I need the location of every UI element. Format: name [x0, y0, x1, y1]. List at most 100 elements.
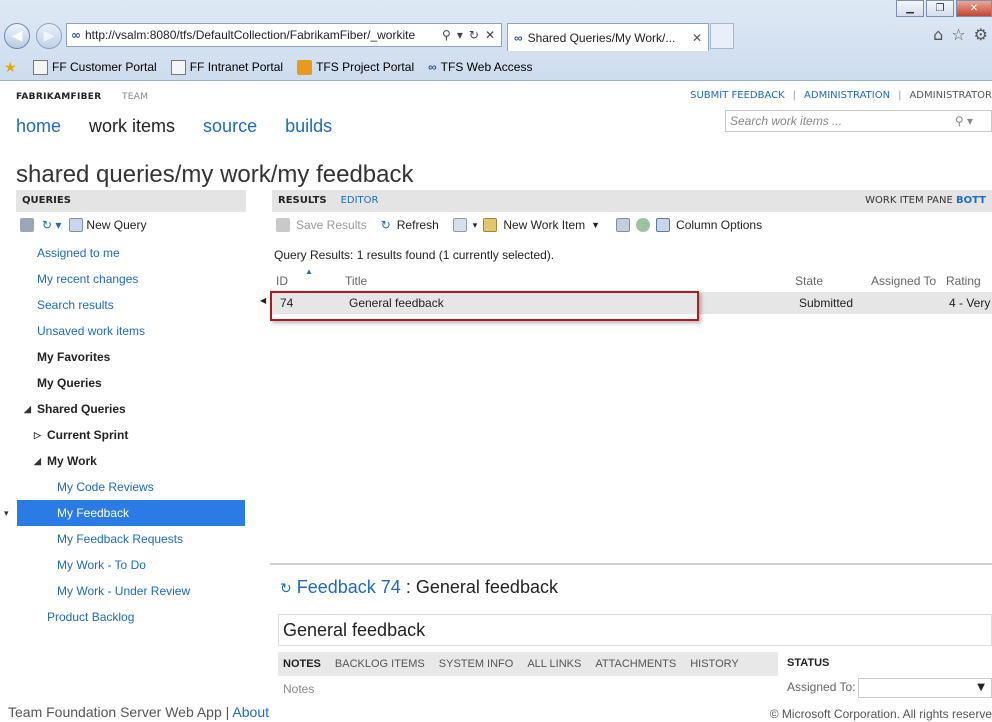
tab-notes[interactable]: NOTES	[283, 658, 321, 670]
tree-item-my-recent-changes[interactable]: My recent changes	[0, 266, 250, 292]
minimize-button[interactable]: ▁	[896, 0, 924, 17]
favorite-label: TFS Web Access	[440, 60, 533, 74]
search-input[interactable]: Search work items ... ⚲ ▾	[725, 110, 992, 132]
nav-builds[interactable]: builds	[285, 116, 332, 137]
address-url[interactable]: http://vsalm:8080/tfs/DefaultCollection/…	[85, 28, 442, 42]
notes-label: Notes	[283, 682, 315, 696]
refresh-icon[interactable]: ↻ ▾	[42, 218, 61, 232]
tab-history[interactable]: HISTORY	[690, 658, 739, 670]
tree-item-my-favorites[interactable]: My Favorites	[0, 344, 250, 370]
work-item-pane-toggle[interactable]: WORK ITEM PANE BOTT	[865, 195, 986, 207]
work-item-link[interactable]: Feedback 74	[297, 577, 401, 597]
expanded-arrow-icon[interactable]: ◢	[34, 448, 41, 474]
tree-item-shared-queries[interactable]: ◢ Shared Queries	[0, 396, 250, 422]
tree-item-my-feedback[interactable]: ▾ My Feedback	[4, 500, 245, 526]
back-button[interactable]: ◀	[4, 23, 30, 49]
submit-feedback-link[interactable]: SUBMIT FEEDBACK	[690, 90, 785, 101]
address-bar[interactable]: ∞ http://vsalm:8080/tfs/DefaultCollectio…	[66, 23, 502, 47]
favorites-star-icon[interactable]: ☆	[951, 25, 965, 44]
team-name[interactable]: TEAM	[122, 92, 148, 102]
tree-item-product-backlog[interactable]: Product Backlog	[0, 604, 250, 630]
tree-item-my-work[interactable]: ◢ My Work	[0, 448, 250, 474]
tab-attachments[interactable]: ATTACHMENTS	[595, 658, 676, 670]
email-icon[interactable]	[636, 218, 651, 232]
tab-system-info[interactable]: SYSTEM INFO	[439, 658, 514, 670]
column-header-assigned-to[interactable]: Assigned To	[871, 274, 936, 288]
pane-splitter[interactable]	[270, 563, 992, 565]
context-menu-arrow-icon[interactable]: ▾	[4, 500, 9, 526]
browser-chrome: ▁ ❐ ✕ ◀ ▶ ∞ http://vsalm:8080/tfs/Defaul…	[0, 0, 992, 81]
tree-item-my-work-to-do[interactable]: My Work - To Do	[0, 552, 250, 578]
column-header-title[interactable]: Title	[345, 274, 367, 288]
favorite-link[interactable]: FF Intranet Portal	[170, 59, 283, 75]
refresh-button[interactable]: Refresh	[397, 218, 439, 232]
cell-state: Submitted	[799, 296, 854, 310]
refresh-icon[interactable]: ↻	[381, 218, 391, 232]
refresh-icon[interactable]: ↻	[469, 28, 479, 42]
user-name[interactable]: ADMINISTRATOR	[909, 90, 992, 101]
nav-source[interactable]: source	[203, 116, 257, 137]
dropdown-arrow-icon[interactable]: ▾	[457, 28, 463, 42]
tree-item-my-feedback-requests[interactable]: My Feedback Requests	[0, 526, 250, 552]
forward-button[interactable]: ▶	[36, 23, 62, 49]
tab-editor[interactable]: EDITOR	[341, 195, 379, 207]
tree-item-my-queries[interactable]: My Queries	[0, 370, 250, 396]
column-header-state[interactable]: State	[795, 274, 823, 288]
close-tab-icon[interactable]: ✕	[692, 31, 702, 45]
assigned-to-dropdown[interactable]: ▼	[858, 678, 992, 698]
tab-icon: ∞	[514, 30, 523, 45]
results-header: RESULTS EDITOR WORK ITEM PANE BOTT	[272, 190, 992, 212]
home-icon[interactable]: ⌂	[933, 25, 943, 44]
tab-results[interactable]: RESULTS	[278, 195, 327, 207]
favorite-link[interactable]: FF Customer Portal	[33, 59, 157, 75]
search-icon[interactable]: ⚲	[442, 28, 451, 42]
stop-icon[interactable]: ✕	[485, 28, 495, 42]
search-icon[interactable]: ⚲ ▾	[955, 114, 987, 128]
nav-home[interactable]: home	[16, 116, 61, 137]
browser-tab[interactable]: ∞ Shared Queries/My Work/... ✕	[507, 23, 709, 51]
restore-button[interactable]: ❐	[926, 0, 954, 17]
queries-icon[interactable]	[20, 218, 34, 232]
new-query-button[interactable]: New Query	[69, 218, 146, 232]
window-controls: ▁ ❐ ✕	[894, 0, 992, 17]
column-header-id[interactable]: ID	[276, 274, 288, 288]
refresh-icon[interactable]: ↻	[280, 580, 292, 596]
tree-item-assigned-to-me[interactable]: Assigned to me	[0, 240, 250, 266]
main-nav: home work items source builds	[16, 116, 332, 137]
chevron-down-icon[interactable]: ▼	[591, 220, 600, 230]
favorite-link[interactable]: ∞ TFS Web Access	[428, 60, 532, 74]
favorite-label: TFS Project Portal	[316, 60, 415, 74]
tree-item-unsaved-work-items[interactable]: Unsaved work items	[0, 318, 250, 344]
tree-item-my-work-under-review[interactable]: My Work - Under Review	[0, 578, 250, 604]
favorite-link[interactable]: TFS Project Portal	[297, 59, 415, 75]
row-context-arrow-icon[interactable]: ◀	[260, 296, 266, 305]
administration-link[interactable]: ADMINISTRATION	[804, 90, 890, 101]
save-results-button[interactable]: Save Results	[296, 218, 367, 232]
tree-label: My Feedback	[57, 506, 130, 520]
nav-work-items[interactable]: work items	[89, 116, 175, 137]
tab-all-links[interactable]: ALL LINKS	[527, 658, 581, 670]
link-work-items-icon[interactable]	[616, 218, 631, 232]
title-field[interactable]: General feedback	[278, 614, 992, 646]
collapsed-arrow-icon[interactable]: ▷	[34, 422, 41, 448]
ie-page-icon: ∞	[71, 28, 81, 42]
add-favorites-star-icon[interactable]: ★	[4, 59, 19, 75]
expanded-arrow-icon[interactable]: ◢	[24, 396, 31, 422]
column-options-button[interactable]: Column Options	[676, 218, 762, 232]
about-link[interactable]: About	[232, 704, 269, 720]
org-name[interactable]: FABRIKAMFIBER	[16, 92, 101, 102]
close-window-button[interactable]: ✕	[956, 0, 992, 17]
tab-backlog-items[interactable]: BACKLOG ITEMS	[335, 658, 425, 670]
tree-item-my-code-reviews[interactable]: My Code Reviews	[0, 474, 250, 500]
page-icon	[170, 59, 186, 75]
gear-icon[interactable]: ⚙	[974, 25, 988, 44]
new-work-item-button[interactable]: New Work Item	[503, 218, 585, 232]
work-item-tabs: NOTES BACKLOG ITEMS SYSTEM INFO ALL LINK…	[278, 652, 778, 676]
tree-item-search-results[interactable]: Search results	[0, 292, 250, 318]
dropdown-arrow-icon[interactable]: ▾	[473, 220, 478, 231]
open-in-excel-icon[interactable]	[452, 218, 467, 232]
column-header-rating[interactable]: Rating	[946, 274, 981, 288]
tree-item-current-sprint[interactable]: ▷ Current Sprint	[0, 422, 250, 448]
top-links: SUBMIT FEEDBACK | ADMINISTRATION | ADMIN…	[690, 90, 992, 101]
new-tab-button[interactable]	[710, 23, 734, 49]
